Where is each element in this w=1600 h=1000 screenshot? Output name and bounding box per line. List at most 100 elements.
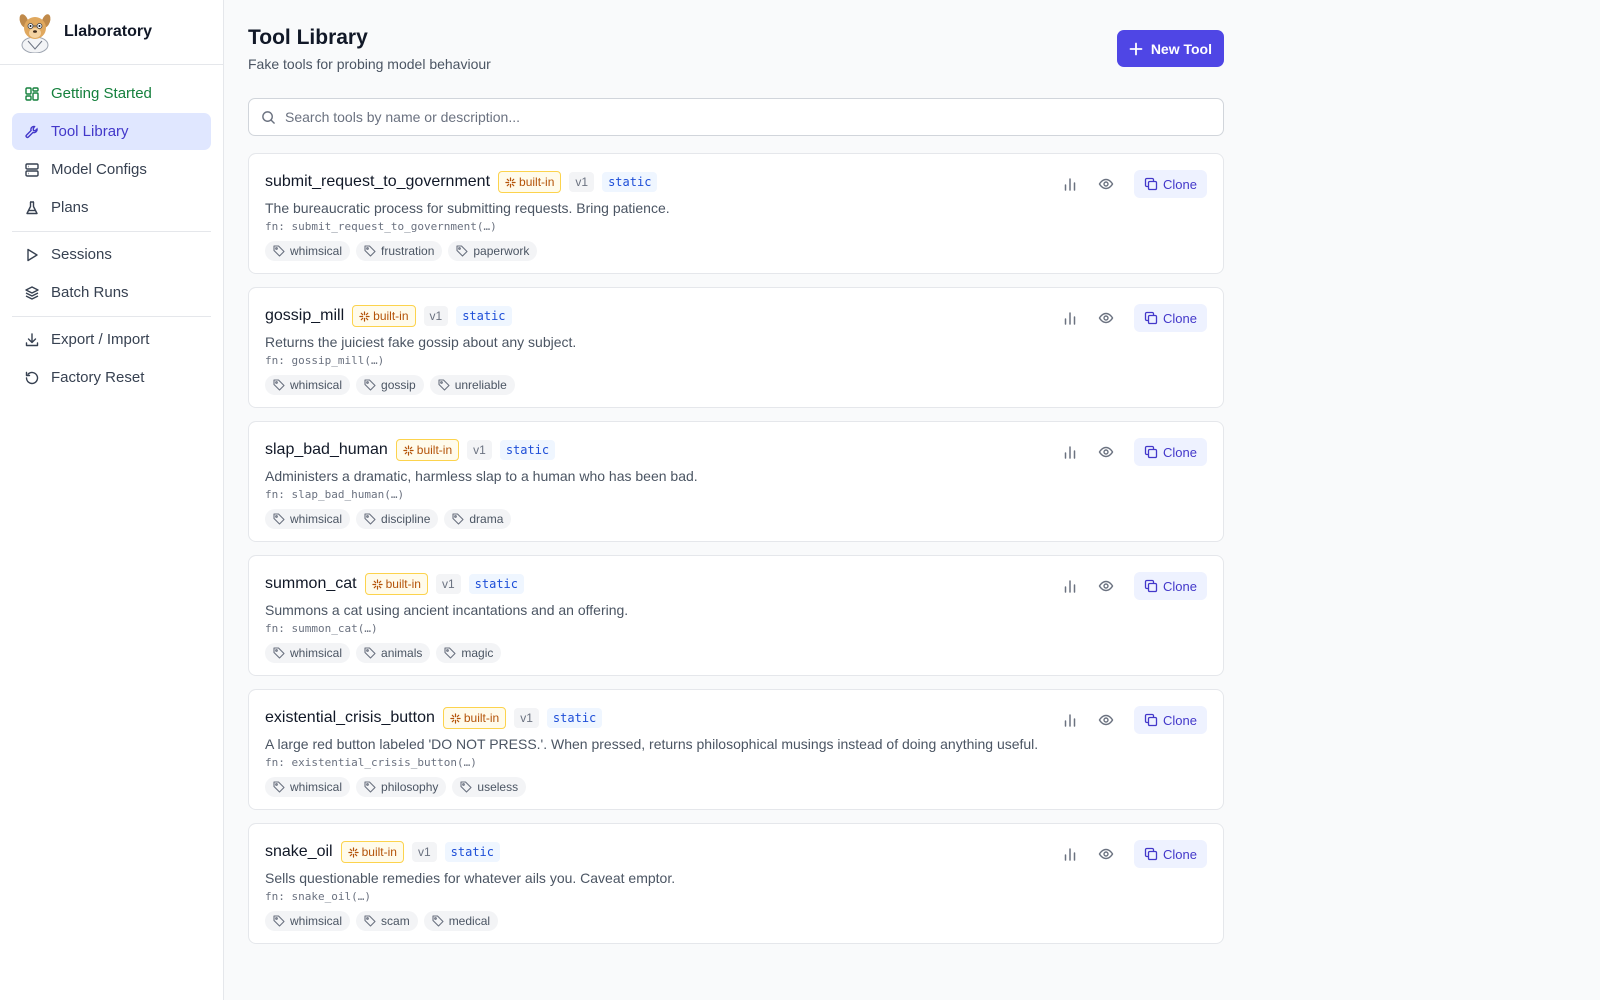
sidebar-item-batch-runs[interactable]: Batch Runs — [12, 274, 211, 311]
clone-button[interactable]: Clone — [1134, 438, 1207, 466]
sidebar: Llaboratory Getting Started Tool Library… — [0, 0, 224, 1000]
preview-eye-icon[interactable] — [1098, 444, 1114, 460]
tool-actions: Clone — [1062, 840, 1207, 868]
sidebar-item-export-import[interactable]: Export / Import — [12, 321, 211, 358]
tool-list: submit_request_to_government built-in v1… — [248, 153, 1224, 944]
wrench-icon — [25, 125, 38, 138]
mode-badge: static — [468, 574, 524, 594]
page-subtitle: Fake tools for probing model behaviour — [248, 56, 491, 72]
tool-function-signature: fn: snake_oil(…) — [265, 890, 371, 903]
tag-icon — [273, 781, 285, 793]
tag-label: drama — [469, 512, 504, 526]
tag-list: whimsical discipline drama — [265, 509, 1207, 529]
tag-label: whimsical — [290, 512, 343, 526]
tag-icon — [273, 915, 285, 927]
tag: unreliable — [429, 375, 515, 395]
tag-icon — [273, 513, 285, 525]
stats-icon[interactable] — [1062, 176, 1078, 192]
tag: paperwork — [448, 241, 538, 261]
stats-icon[interactable] — [1062, 444, 1078, 460]
clone-label: Clone — [1163, 310, 1197, 326]
tool-card[interactable]: submit_request_to_government built-in v1… — [248, 153, 1224, 274]
preview-eye-icon[interactable] — [1098, 310, 1114, 326]
tool-card[interactable]: existential_crisis_button built-in v1 st… — [248, 689, 1224, 810]
tag-list: whimsical animals magic — [265, 643, 1207, 663]
sidebar-item-sessions[interactable]: Sessions — [12, 236, 211, 273]
sidebar-item-model-configs[interactable]: Model Configs — [12, 151, 211, 188]
clone-button[interactable]: Clone — [1134, 170, 1207, 198]
stats-icon[interactable] — [1062, 846, 1078, 862]
sidebar-item-factory-reset[interactable]: Factory Reset — [12, 359, 211, 396]
built-in-label: built-in — [385, 577, 421, 591]
clone-button[interactable]: Clone — [1134, 304, 1207, 332]
version-badge: v1 — [569, 172, 595, 192]
tag-icon — [364, 513, 376, 525]
tag-icon — [460, 781, 472, 793]
tag-label: whimsical — [290, 646, 343, 660]
copy-icon — [1144, 847, 1158, 861]
tool-name: slap_bad_human — [265, 441, 388, 458]
sidebar-item-label: Model Configs — [51, 161, 147, 178]
reset-icon — [25, 371, 39, 384]
main-content: Tool Library Fake tools for probing mode… — [248, 0, 1224, 957]
page-header: Tool Library Fake tools for probing mode… — [248, 0, 1224, 98]
preview-eye-icon[interactable] — [1098, 846, 1114, 862]
tool-name: submit_request_to_government — [265, 173, 491, 190]
tool-actions: Clone — [1062, 438, 1207, 466]
tool-actions: Clone — [1062, 706, 1207, 734]
tool-description: Returns the juiciest fake gossip about a… — [265, 334, 577, 350]
tag-label: frustration — [381, 244, 435, 258]
tool-card[interactable]: snake_oil built-in v1 static Sells quest… — [248, 823, 1224, 944]
stats-icon[interactable] — [1062, 712, 1078, 728]
search-bar[interactable] — [248, 98, 1224, 136]
tag: whimsical — [265, 911, 351, 931]
preview-eye-icon[interactable] — [1098, 176, 1114, 192]
version-badge: v1 — [435, 574, 461, 594]
tag-icon — [273, 647, 285, 659]
copy-icon — [1144, 579, 1158, 593]
tool-function-signature: fn: gossip_mill(…) — [265, 354, 385, 367]
tag-label: scam — [381, 914, 410, 928]
clone-button[interactable]: Clone — [1134, 706, 1207, 734]
sidebar-item-label: Factory Reset — [51, 369, 145, 386]
sidebar-item-tool-library[interactable]: Tool Library — [12, 113, 211, 150]
tag-label: philosophy — [381, 780, 439, 794]
tool-description: Administers a dramatic, harmless slap to… — [265, 468, 698, 484]
tool-card[interactable]: gossip_mill built-in v1 static Returns t… — [248, 287, 1224, 408]
tag-icon — [432, 915, 444, 927]
plus-icon — [1129, 42, 1143, 55]
tool-function-signature: fn: summon_cat(…) — [265, 622, 378, 635]
tool-card[interactable]: summon_cat built-in v1 static Summons a … — [248, 555, 1224, 676]
sidebar-nav: Getting Started Tool Library Model Confi… — [0, 65, 223, 409]
preview-eye-icon[interactable] — [1098, 712, 1114, 728]
tool-card[interactable]: slap_bad_human built-in v1 static Admini… — [248, 421, 1224, 542]
clone-label: Clone — [1163, 176, 1197, 192]
stats-icon[interactable] — [1062, 578, 1078, 594]
tag: scam — [356, 911, 418, 931]
version-badge: v1 — [514, 708, 539, 728]
tool-actions: Clone — [1062, 170, 1207, 198]
new-tool-button[interactable]: New Tool — [1116, 30, 1224, 67]
dashboard-icon — [25, 86, 39, 101]
sidebar-item-label: Batch Runs — [51, 284, 129, 301]
play-icon — [27, 248, 38, 261]
preview-eye-icon[interactable] — [1098, 578, 1114, 594]
built-in-badge: built-in — [340, 841, 404, 863]
tag-label: whimsical — [290, 244, 343, 258]
built-in-label: built-in — [373, 309, 409, 323]
tag-icon — [438, 379, 450, 391]
sidebar-item-getting-started[interactable]: Getting Started — [12, 75, 211, 112]
tool-function-signature: fn: slap_bad_human(…) — [265, 488, 405, 501]
tag-icon — [364, 915, 376, 927]
tag-label: whimsical — [290, 378, 343, 392]
tool-name: existential_crisis_button — [265, 709, 435, 726]
sidebar-item-plans[interactable]: Plans — [12, 189, 211, 226]
clone-button[interactable]: Clone — [1134, 572, 1207, 600]
brand[interactable]: Llaboratory — [0, 0, 223, 65]
tool-function-signature: fn: submit_request_to_government(…) — [265, 220, 497, 233]
tool-name: summon_cat — [265, 575, 357, 592]
search-input[interactable] — [285, 109, 1151, 125]
llama-logo-icon — [19, 14, 51, 53]
stats-icon[interactable] — [1062, 310, 1078, 326]
clone-button[interactable]: Clone — [1134, 840, 1207, 868]
